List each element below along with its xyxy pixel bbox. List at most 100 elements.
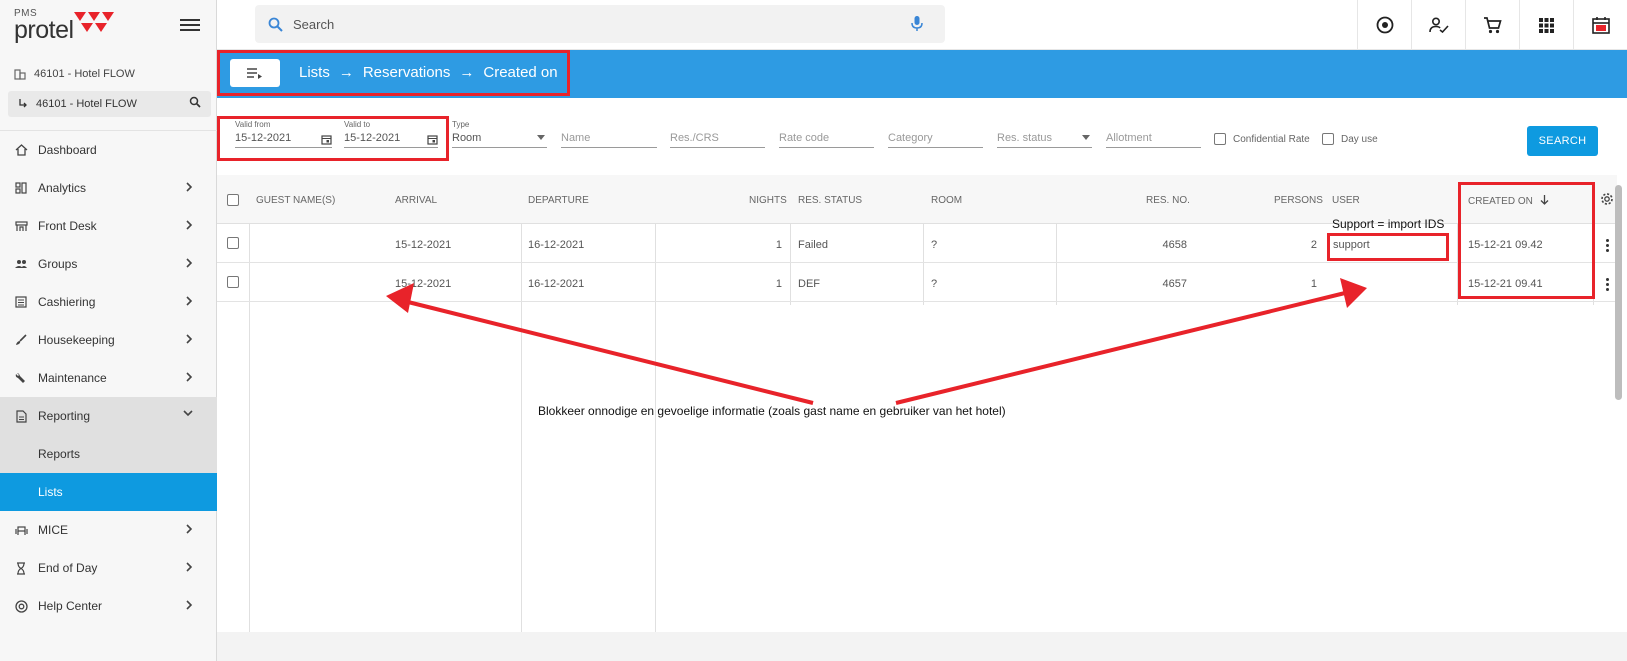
sidebar-item-label: MICE: [38, 523, 68, 537]
name-field[interactable]: Name: [561, 120, 657, 148]
sidebar-item-cashiering[interactable]: Cashiering: [0, 283, 217, 321]
header-persons[interactable]: PERSONS: [1274, 195, 1323, 206]
rate-code-field[interactable]: Rate code: [779, 120, 874, 148]
sidebar-item-label: Dashboard: [38, 143, 97, 157]
res-status-select[interactable]: Res. status: [997, 120, 1092, 148]
record-icon[interactable]: [1357, 0, 1411, 50]
groups-icon: [14, 257, 28, 271]
hamburger-menu-icon[interactable]: [180, 16, 200, 34]
apps-grid-icon[interactable]: [1519, 0, 1573, 50]
chevron-right-icon: [186, 372, 193, 382]
res-status-placeholder: Res. status: [997, 132, 1053, 144]
sidebar-item-maintenance[interactable]: Maintenance: [0, 359, 217, 397]
sidebar-item-end-of-day[interactable]: End of Day: [0, 549, 217, 587]
global-search[interactable]: [255, 5, 945, 43]
header-res-no[interactable]: RES. NO.: [1146, 195, 1190, 206]
sidebar-item-label: Housekeeping: [38, 333, 115, 347]
checkbox-box[interactable]: [1214, 133, 1226, 145]
sidebar-subitem-lists[interactable]: Lists: [0, 473, 217, 511]
header-created-on[interactable]: CREATED ON: [1468, 195, 1549, 207]
name-label: [561, 120, 657, 130]
valid-to-field[interactable]: Valid to 15-12-2021: [344, 120, 438, 148]
vertical-scrollbar[interactable]: [1615, 185, 1622, 400]
select-all-checkbox[interactable]: [227, 194, 239, 206]
header-user[interactable]: USER: [1332, 195, 1360, 206]
sidebar-item-label: Front Desk: [38, 219, 97, 233]
header-res-status[interactable]: RES. STATUS: [798, 195, 862, 206]
row-checkbox[interactable]: [227, 276, 239, 288]
sidebar-item-dashboard[interactable]: Dashboard: [0, 131, 217, 169]
row-more-icon[interactable]: [1606, 276, 1610, 293]
search-input[interactable]: [293, 16, 893, 32]
chevron-right-icon: [186, 258, 193, 268]
sidebar-item-mice[interactable]: MICE: [0, 511, 217, 549]
res-status-label: [997, 120, 1092, 130]
rate-code-label: [779, 120, 874, 130]
cell-res-no: 4657: [1162, 278, 1187, 290]
sidebar-item-label: End of Day: [38, 561, 98, 575]
user-check-icon[interactable]: [1411, 0, 1465, 50]
gear-icon[interactable]: [1600, 192, 1614, 206]
header-guest-names[interactable]: GUEST NAME(S): [256, 195, 335, 206]
help-icon: [14, 599, 28, 613]
header-nights[interactable]: NIGHTS: [749, 195, 787, 206]
valid-to-label: Valid to: [344, 120, 371, 129]
sidebar-item-reporting[interactable]: Reporting: [0, 397, 217, 435]
header-departure[interactable]: DEPARTURE: [528, 195, 589, 206]
day-use-checkbox[interactable]: Day use: [1322, 133, 1378, 145]
header-arrival[interactable]: ARRIVAL: [395, 195, 437, 206]
cashiering-icon: [14, 295, 28, 309]
calendar-icon[interactable]: [321, 134, 332, 145]
type-select[interactable]: Type Room: [452, 120, 547, 148]
cart-icon[interactable]: [1465, 0, 1519, 50]
sidebar-item-analytics[interactable]: Analytics: [0, 169, 217, 207]
breadcrumb-lists[interactable]: Lists: [299, 64, 330, 81]
breadcrumb-created-on[interactable]: Created on: [483, 64, 557, 81]
sidebar-item-housekeeping[interactable]: Housekeeping: [0, 321, 217, 359]
hotel-selector[interactable]: 46101 - Hotel FLOW: [8, 91, 211, 117]
calendar-icon[interactable]: [427, 134, 438, 145]
sidebar-nav: Dashboard Analytics Front Desk Groups Ca…: [0, 130, 217, 625]
annotation-main-note: Blokkeer onnodige en gevoelige informati…: [538, 404, 1006, 418]
chevron-down-icon: [183, 410, 193, 417]
row-checkbox[interactable]: [227, 237, 239, 249]
search-icon[interactable]: [189, 96, 201, 108]
cell-room: ?: [931, 278, 938, 290]
sidebar-item-label: Groups: [38, 257, 78, 271]
hotel-label-text: 46101 - Hotel FLOW: [34, 68, 135, 80]
protel-logo[interactable]: PMS protel: [14, 8, 114, 45]
res-crs-field[interactable]: Res./CRS: [670, 120, 765, 148]
name-placeholder: Name: [561, 130, 657, 148]
breadcrumb-reservations[interactable]: Reservations: [363, 64, 451, 81]
breadcrumb-arrow: →: [459, 64, 475, 81]
sidebar-subitem-label: Reports: [38, 447, 81, 461]
sidebar-item-groups[interactable]: Groups: [0, 245, 217, 283]
header-created-on-label: CREATED ON: [1468, 196, 1533, 207]
category-field[interactable]: Category: [888, 120, 983, 148]
category-placeholder: Category: [888, 130, 983, 148]
sidebar-item-help-center[interactable]: Help Center: [0, 587, 217, 625]
sidebar-item-front-desk[interactable]: Front Desk: [0, 207, 217, 245]
header-room[interactable]: ROOM: [931, 195, 962, 206]
calendar-icon[interactable]: [1573, 0, 1627, 50]
wrench-icon: [14, 371, 28, 385]
valid-from-field[interactable]: Valid from 15-12-2021: [235, 120, 332, 148]
confidential-rate-checkbox[interactable]: Confidential Rate: [1214, 133, 1310, 145]
category-label: [888, 120, 983, 130]
search-button[interactable]: SEARCH: [1527, 126, 1598, 156]
sidebar-subitem-reports[interactable]: Reports: [0, 435, 217, 473]
valid-from-label: Valid from: [235, 120, 271, 129]
logo-brand-text: protel: [14, 16, 74, 44]
chevron-right-icon: [186, 296, 193, 306]
allotment-field[interactable]: Allotment: [1106, 120, 1201, 148]
list-menu-button[interactable]: [230, 59, 280, 87]
microphone-icon[interactable]: [911, 15, 923, 32]
valid-to-value-box: 15-12-2021: [344, 130, 438, 148]
checkbox-box[interactable]: [1322, 133, 1334, 145]
sort-arrow-down-icon: [1540, 195, 1549, 205]
cell-res-status: DEF: [798, 278, 820, 290]
cell-created-on: 15-12-21 09.41: [1468, 278, 1543, 290]
annotation-user-note: Support = import IDS: [1332, 217, 1445, 231]
row-more-icon[interactable]: [1606, 237, 1610, 254]
table-row[interactable]: 15-12-2021 16-12-2021 1 DEF ? 4657 1 15-…: [217, 263, 1617, 302]
